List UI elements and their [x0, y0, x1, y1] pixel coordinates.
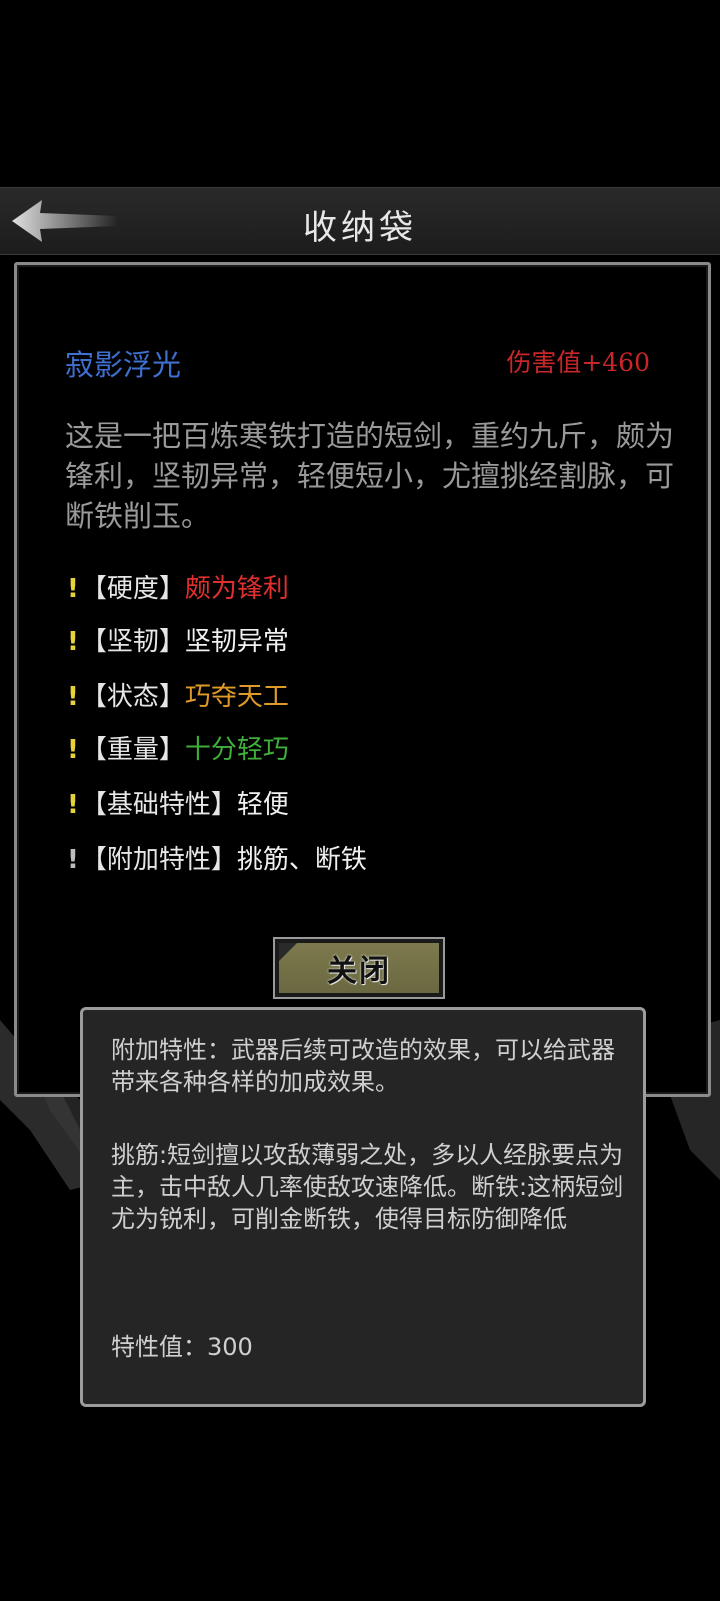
- tooltip-trait-value: 特性值：300: [111, 1333, 253, 1361]
- tooltip-intro: 附加特性：武器后续可改造的效果，可以给武器带来各种各样的加成效果。: [111, 1036, 615, 1096]
- header-bar: 收纳袋: [0, 187, 720, 255]
- attribute-value: 颇为锋利: [184, 574, 289, 604]
- exclamation-icon: !: [67, 627, 79, 657]
- item-detail-panel: 寂影浮光 伤害值+460 这是一把百炼寒铁打造的短剑，重约九斤，颇为锋利，坚韧异…: [14, 262, 711, 1097]
- close-button-face: 关闭: [279, 943, 439, 993]
- exclamation-icon: !: [67, 682, 79, 712]
- attribute-base-trait: !【基础特性】轻便: [67, 784, 289, 821]
- attribute-value: 挑筋、断铁: [236, 845, 367, 875]
- close-button[interactable]: 关闭: [273, 937, 445, 999]
- attribute-key: 【基础特性】: [80, 790, 237, 820]
- game-screen: 收纳袋 寂影浮光 伤害值+460 这是一把百炼寒铁打造的短剑，重约九斤，颇为锋利…: [0, 0, 720, 1601]
- item-name: 寂影浮光: [65, 348, 182, 382]
- attribute-value: 十分轻巧: [184, 735, 289, 765]
- attribute-extra-trait[interactable]: !【附加特性】挑筋、断铁: [67, 839, 367, 876]
- tooltip-effects: 挑筋:短剑擅以攻敌薄弱之处，多以人经脉要点为主，击中敌人几率使敌攻速降低。断铁:…: [111, 1141, 624, 1233]
- attribute-key: 【重量】: [80, 735, 185, 765]
- item-description: 这是一把百炼寒铁打造的短剑，重约九斤，颇为锋利，坚韧异常，轻便短小，尤擅挑经割脉…: [65, 419, 675, 533]
- attribute-state: !【状态】巧夺天工: [67, 676, 289, 713]
- attribute-toughness: !【坚韧】坚韧异常: [67, 621, 289, 658]
- attribute-value: 坚韧异常: [184, 627, 289, 657]
- attribute-value: 巧夺天工: [184, 682, 289, 712]
- exclamation-icon: !: [67, 845, 79, 875]
- attribute-key: 【硬度】: [80, 574, 185, 604]
- attribute-key: 【附加特性】: [80, 845, 237, 875]
- page-title: 收纳袋: [303, 208, 417, 248]
- exclamation-icon: !: [67, 735, 79, 765]
- attribute-hardness: !【硬度】颇为锋利: [67, 568, 289, 605]
- attribute-key: 【坚韧】: [80, 627, 185, 657]
- exclamation-icon: !: [67, 790, 79, 820]
- exclamation-icon: !: [67, 574, 79, 604]
- close-button-label: 关闭: [327, 954, 391, 989]
- attribute-value: 轻便: [236, 790, 289, 820]
- item-damage: 伤害值+460: [506, 348, 650, 377]
- attribute-weight: !【重量】十分轻巧: [67, 729, 289, 766]
- attribute-key: 【状态】: [80, 682, 185, 712]
- trait-tooltip: 附加特性：武器后续可改造的效果，可以给武器带来各种各样的加成效果。 挑筋:短剑擅…: [80, 1007, 646, 1407]
